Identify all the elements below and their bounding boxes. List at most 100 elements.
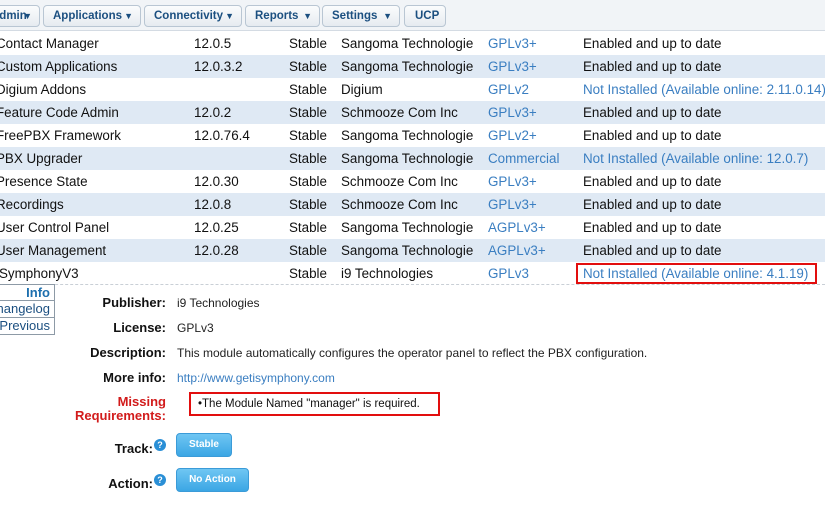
module-version: 12.0.28 — [194, 243, 239, 258]
module-name: iSymphonyV3 — [0, 266, 79, 281]
module-track: Stable — [289, 151, 327, 166]
track-stable-button[interactable]: Stable — [176, 433, 232, 457]
module-status: Enabled and up to date — [583, 36, 722, 51]
more-info-label: More info: — [103, 370, 166, 385]
module-track: Stable — [289, 243, 327, 258]
table-row[interactable]: Custom Applications 12.0.3.2 Stable Sang… — [0, 55, 825, 78]
table-row[interactable]: FreePBX Framework 12.0.76.4 Stable Sango… — [0, 124, 825, 147]
license-value: GPLv3 — [177, 321, 214, 335]
module-license[interactable]: GPLv3+ — [488, 32, 580, 55]
module-license[interactable]: GPLv3+ — [488, 170, 580, 193]
table-row[interactable]: Feature Code Admin 12.0.2 Stable Schmooz… — [0, 101, 825, 124]
module-name: Contact Manager — [0, 36, 99, 51]
module-status: Enabled and up to date — [583, 197, 722, 212]
module-track: Stable — [289, 36, 327, 51]
module-name: FreePBX Framework — [0, 128, 122, 143]
module-status[interactable]: Not Installed (Available online: 4.1.19) — [583, 262, 825, 285]
module-license[interactable]: GPLv3+ — [488, 55, 580, 78]
nav-connectivity-label: Connectivity — [154, 10, 224, 22]
help-icon[interactable]: ? — [154, 474, 166, 486]
missing-label-line2: Requirements: — [74, 408, 166, 423]
module-name: User Control Panel — [0, 220, 110, 235]
chevron-down-icon: ▼ — [303, 11, 312, 21]
table-row[interactable]: User Management 12.0.28 Stable Sangoma T… — [0, 239, 825, 262]
module-version: 12.0.3.2 — [194, 59, 243, 74]
top-nav-bar: Admin ▼ Applications ▼ Connectivity ▼ Re… — [0, 0, 825, 31]
module-publisher: Sangoma Technologie — [341, 151, 474, 166]
description-value: This module automatically configures the… — [177, 346, 648, 360]
nav-reports[interactable]: Reports ▼ — [245, 5, 320, 27]
help-icon[interactable]: ? — [154, 439, 166, 451]
module-track: Stable — [289, 105, 327, 120]
more-info-link[interactable]: http://www.getisymphony.com — [177, 371, 335, 385]
module-status: Enabled and up to date — [583, 105, 722, 120]
nav-admin[interactable]: Admin ▼ — [0, 5, 40, 27]
module-version: 12.0.8 — [194, 197, 232, 212]
requirement-box: •The Module Named "manager" is required. — [189, 392, 440, 416]
module-publisher: i9 Technologies — [341, 266, 434, 281]
module-name: Custom Applications — [0, 59, 118, 74]
module-publisher: Sangoma Technologie — [341, 36, 474, 51]
module-license[interactable]: Commercial — [488, 147, 580, 170]
module-publisher: Sangoma Technologie — [341, 59, 474, 74]
nav-connectivity[interactable]: Connectivity ▼ — [144, 5, 242, 27]
module-track: Stable — [289, 266, 327, 281]
nav-applications[interactable]: Applications ▼ — [43, 5, 141, 27]
table-row[interactable]: Contact Manager 12.0.5 Stable Sangoma Te… — [0, 32, 825, 55]
publisher-label: Publisher: — [102, 295, 166, 310]
module-license[interactable]: GPLv2 — [488, 78, 580, 101]
nav-ucp[interactable]: UCP — [404, 5, 446, 27]
module-status: Enabled and up to date — [583, 174, 722, 189]
no-action-button[interactable]: No Action — [176, 468, 249, 492]
module-status: Enabled and up to date — [583, 128, 722, 143]
action-label: Action:? — [6, 474, 166, 491]
nav-settings[interactable]: Settings ▼ — [322, 5, 400, 27]
module-status[interactable]: Not Installed (Available online: 2.11.0.… — [583, 78, 825, 101]
nav-settings-label: Settings — [332, 10, 378, 22]
missing-label-line1: Missing — [117, 394, 166, 409]
module-publisher: Schmooze Com Inc — [341, 174, 458, 189]
table-row[interactable]: Recordings 12.0.8 Stable Schmooze Com In… — [0, 193, 825, 216]
module-status: Enabled and up to date — [583, 59, 722, 74]
module-version: 12.0.76.4 — [194, 128, 250, 143]
requirement-text: •The Module Named "manager" is required. — [198, 398, 420, 410]
table-row[interactable]: Presence State 12.0.30 Stable Schmooze C… — [0, 170, 825, 193]
module-publisher: Sangoma Technologie — [341, 128, 474, 143]
module-track: Stable — [289, 59, 327, 74]
track-label-text: Track: — [114, 441, 153, 456]
license-label: License: — [113, 320, 166, 335]
module-license[interactable]: GPLv3+ — [488, 193, 580, 216]
table-row[interactable]: Digium Addons Stable Digium GPLv2 Not In… — [0, 78, 825, 101]
chevron-down-icon: ▼ — [23, 11, 32, 21]
missing-requirements-label: Missing Requirements: — [6, 395, 166, 423]
module-license[interactable]: AGPLv3+ — [488, 239, 580, 262]
module-license[interactable]: GPLv2+ — [488, 124, 580, 147]
module-name: Digium Addons — [0, 82, 87, 97]
module-version: 12.0.2 — [194, 105, 232, 120]
module-version: 12.0.5 — [194, 36, 232, 51]
chevron-down-icon: ▼ — [124, 11, 133, 21]
module-version: 12.0.25 — [194, 220, 239, 235]
module-track: Stable — [289, 174, 327, 189]
module-name: Feature Code Admin — [0, 105, 119, 120]
module-status: Enabled and up to date — [583, 243, 722, 258]
module-name: User Management — [0, 243, 107, 258]
module-track: Stable — [289, 197, 327, 212]
table-row-selected[interactable]: iSymphonyV3 Stable i9 Technologies GPLv3… — [0, 262, 825, 285]
module-license[interactable]: GPLv3 — [488, 262, 580, 285]
module-track: Stable — [289, 128, 327, 143]
publisher-value: i9 Technologies — [177, 296, 260, 310]
module-status[interactable]: Not Installed (Available online: 12.0.7) — [583, 147, 825, 170]
module-name: Recordings — [0, 197, 64, 212]
nav-applications-label: Applications — [53, 10, 123, 22]
track-label: Track:? — [6, 439, 166, 456]
action-label-text: Action: — [108, 476, 153, 491]
module-publisher: Schmooze Com Inc — [341, 197, 458, 212]
chevron-down-icon: ▼ — [383, 11, 392, 21]
module-name: PBX Upgrader — [0, 151, 83, 166]
module-license[interactable]: GPLv3+ — [488, 101, 580, 124]
table-row[interactable]: PBX Upgrader Stable Sangoma Technologie … — [0, 147, 825, 170]
module-license[interactable]: AGPLv3+ — [488, 216, 580, 239]
table-row[interactable]: User Control Panel 12.0.25 Stable Sangom… — [0, 216, 825, 239]
nav-reports-label: Reports — [255, 10, 299, 22]
